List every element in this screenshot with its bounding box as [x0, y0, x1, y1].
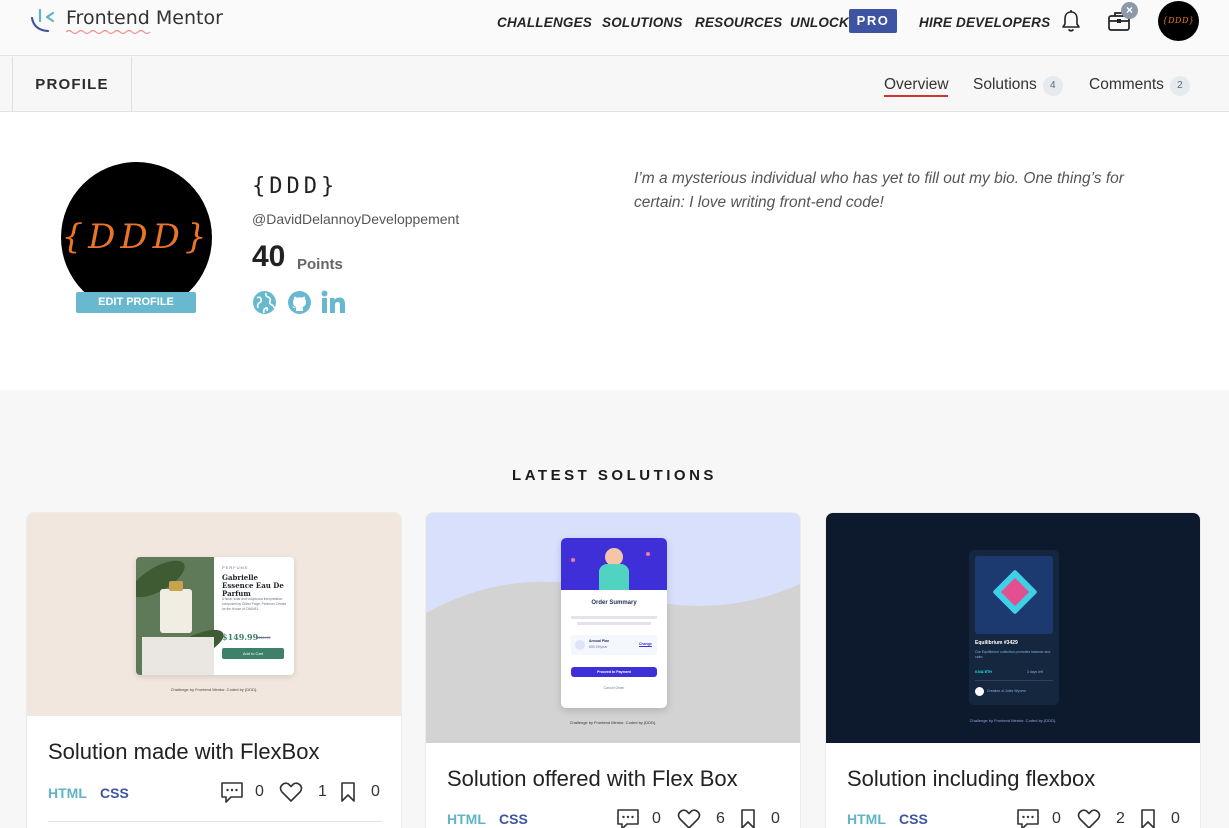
bookmark-icon[interactable] [1140, 808, 1156, 828]
comments-count-badge: 2 [1169, 76, 1190, 96]
solution-preview-image[interactable]: Order Summary Annual Plan $59.99/year Ch… [426, 513, 800, 743]
hero-illustration [561, 538, 667, 590]
bell-icon[interactable] [1060, 9, 1082, 33]
solution-card[interactable]: Order Summary Annual Plan $59.99/year Ch… [425, 512, 801, 828]
solution-title[interactable]: Solution made with FlexBox [48, 739, 319, 765]
profile-handle: @DavidDelannoyDeveloppement [252, 211, 460, 227]
nav-avatar[interactable]: {DDD} [1158, 1, 1199, 41]
close-icon[interactable]: × [1121, 2, 1138, 19]
bookmark-icon[interactable] [340, 781, 356, 803]
latest-solutions-heading: LATEST SOLUTIONS [512, 467, 717, 484]
preview-cancel-link: Cancel Order [603, 686, 625, 690]
nav-link-resources[interactable]: RESOURCES [695, 15, 782, 30]
order-summary-card: Order Summary Annual Plan $59.99/year Ch… [561, 538, 667, 708]
bookmark-count: 0 [371, 783, 380, 800]
tab-solutions[interactable]: Solutions 4 [973, 76, 1063, 97]
preview-product-name: Gabrielle Essence Eau De Parfum [222, 573, 284, 598]
preview-time: 3 days left [1027, 670, 1043, 674]
preview-attribution: Challenge by Frontend Mentor. Coded by {… [569, 720, 657, 725]
nav-link-challenges[interactable]: CHALLENGES [497, 15, 592, 30]
preview-creator: Creation of Jules Wyvern [987, 689, 1027, 693]
solution-preview-image[interactable]: Equilibrium #3429 Our Equilibrium collec… [826, 513, 1200, 743]
preview-payment-button: Proceed to Payment [571, 667, 657, 677]
nav-link-unlock[interactable]: UNLOCK [790, 15, 849, 30]
solution-card[interactable]: PERFUME Gabrielle Essence Eau De Parfum … [26, 512, 402, 828]
bookmark-count: 0 [1171, 810, 1180, 827]
edit-profile-button[interactable]: EDIT PROFILE [76, 292, 196, 313]
nav-link-hire-developers[interactable]: HIRE DEVELOPERS [919, 15, 1050, 30]
nav-link-solutions[interactable]: SOLUTIONS [602, 15, 683, 30]
comment-icon[interactable] [220, 780, 244, 804]
nft-preview-card: Equilibrium #3429 Our Equilibrium collec… [969, 550, 1059, 705]
github-icon[interactable] [287, 290, 312, 315]
tab-overview-label: Overview [884, 76, 949, 93]
heart-icon[interactable] [279, 781, 303, 803]
preview-price: $149.99 [222, 632, 259, 642]
preview-description: Our Equilibrium collection promotes bala… [975, 650, 1051, 659]
solution-title[interactable]: Solution offered with Flex Box [447, 766, 738, 792]
profile-tab-bar: PROFILE Overview Solutions 4 Comments 2 [0, 57, 1229, 112]
heart-icon[interactable] [677, 808, 701, 828]
profile-avatar: {DDD} [61, 162, 212, 313]
logo-squiggle-decoration [66, 29, 151, 35]
like-count: 6 [716, 810, 725, 827]
tab-overview[interactable]: Overview [884, 76, 949, 94]
preview-plan: Annual Plan [589, 639, 610, 643]
logo-mark-icon [30, 8, 55, 33]
logo-text: Frontend Mentor [66, 7, 223, 29]
preview-heading: Order Summary [591, 600, 637, 606]
tag-css[interactable]: CSS [899, 811, 928, 827]
card-divider [48, 821, 382, 822]
tab-comments-label: Comments [1089, 76, 1164, 93]
tab-comments[interactable]: Comments 2 [1089, 76, 1190, 97]
preview-old-price: $169.99 [256, 635, 271, 640]
tag-css[interactable]: CSS [100, 785, 129, 801]
comment-icon[interactable] [616, 807, 640, 828]
solution-preview-image[interactable]: PERFUME Gabrielle Essence Eau De Parfum … [27, 513, 401, 716]
active-tab-indicator [884, 95, 948, 97]
pro-badge[interactable]: PRO [849, 9, 897, 33]
comment-icon[interactable] [1016, 807, 1040, 828]
comment-count: 0 [652, 810, 661, 827]
preview-price: $59.99/year [589, 645, 608, 649]
solution-card[interactable]: Equilibrium #3429 Our Equilibrium collec… [825, 512, 1201, 828]
bookmark-icon[interactable] [740, 808, 756, 828]
tag-html[interactable]: HTML [447, 811, 486, 827]
preview-attribution: Challenge by Frontend Mentor. Coded by {… [170, 687, 258, 692]
product-preview-card: PERFUME Gabrielle Essence Eau De Parfum … [136, 557, 294, 675]
comment-count: 0 [255, 783, 264, 800]
top-navigation: Frontend Mentor CHALLENGES SOLUTIONS RES… [0, 0, 1229, 56]
tab-solutions-label: Solutions [973, 76, 1037, 93]
preview-attribution: Challenge by Frontend Mentor. Coded by {… [969, 718, 1057, 723]
like-count: 1 [318, 783, 327, 800]
profile-bio: I’m a mysterious individual who has yet … [634, 170, 1124, 211]
tag-html[interactable]: HTML [48, 785, 87, 801]
bookmark-count: 0 [771, 810, 780, 827]
like-count: 2 [1116, 810, 1125, 827]
heart-icon[interactable] [1077, 808, 1101, 828]
comment-count: 0 [1052, 810, 1061, 827]
profile-section-label: PROFILE [12, 57, 132, 112]
profile-name: {DDD} [252, 174, 339, 199]
preview-change-link: Change [639, 642, 652, 646]
preview-add-to-cart-button: Add to Cart [222, 648, 284, 659]
globe-icon[interactable] [252, 290, 277, 315]
tag-css[interactable]: CSS [499, 811, 528, 827]
points-label: Points [297, 256, 343, 273]
solutions-count-badge: 4 [1042, 76, 1063, 96]
preview-heading: Equilibrium #3429 [975, 640, 1018, 646]
preview-category: PERFUME [222, 565, 249, 570]
preview-description: A floral, solar and voluptuous interpret… [222, 597, 287, 611]
solution-title[interactable]: Solution including flexbox [847, 766, 1095, 792]
profile-header: {DDD} EDIT PROFILE {DDD} @DavidDelannoyD… [0, 112, 1229, 390]
perfume-photo [136, 557, 228, 675]
points-value: 40 [252, 240, 286, 273]
preview-price: 0.041 ETH [975, 670, 992, 674]
nft-image [975, 556, 1053, 634]
linkedin-icon[interactable] [321, 290, 346, 315]
tag-html[interactable]: HTML [847, 811, 886, 827]
